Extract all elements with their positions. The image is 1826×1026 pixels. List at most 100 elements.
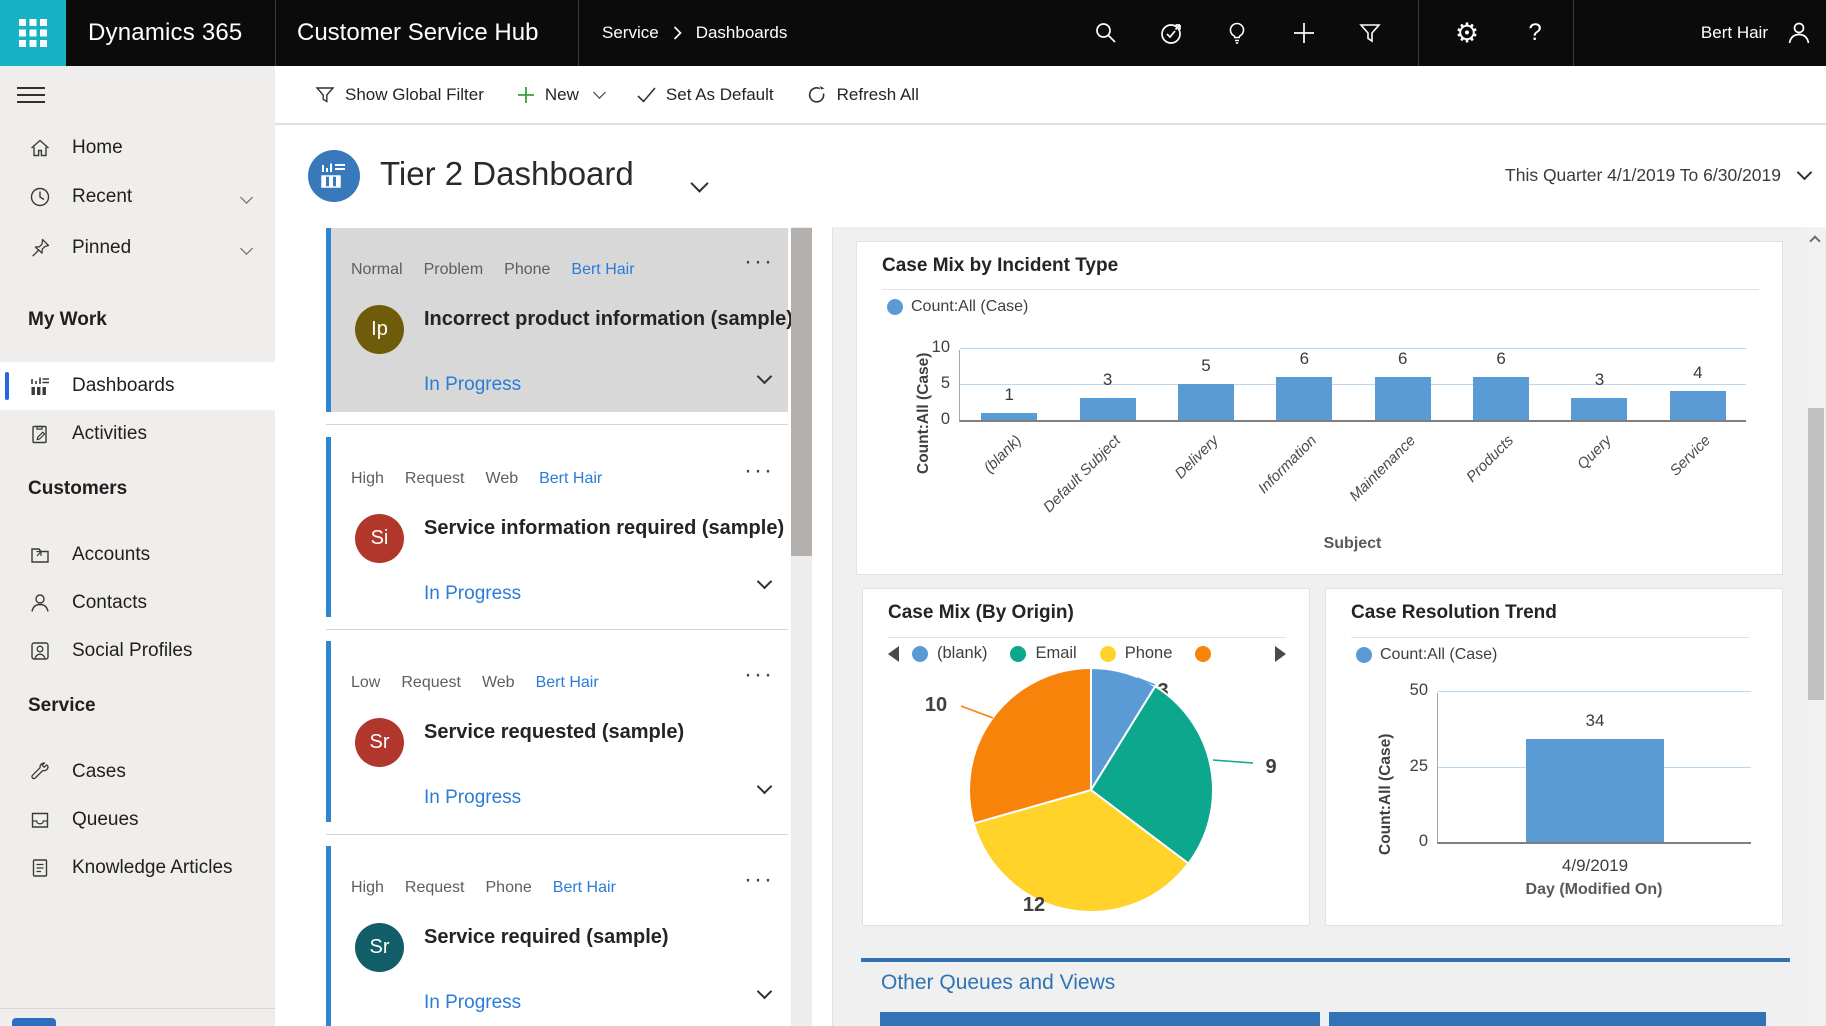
chart-title: Case Mix by Incident Type — [882, 255, 1118, 277]
other-queues-title[interactable]: Other Queues and Views — [881, 971, 1115, 995]
dashboard-selector-chevron-icon[interactable] — [690, 174, 708, 192]
case-title[interactable]: Service required (sample) — [424, 926, 669, 949]
sidebar-section-header: My Work — [28, 309, 107, 331]
home-icon — [28, 136, 52, 160]
card-more-icon[interactable]: ··· — [744, 868, 774, 892]
sidebar-item-label: Activities — [72, 423, 147, 445]
card-more-icon[interactable]: ··· — [744, 663, 774, 687]
chevron-down-icon[interactable] — [593, 86, 606, 99]
activities-icon — [28, 422, 52, 446]
card-more-icon[interactable]: ··· — [744, 250, 774, 274]
scrollbar-up-icon[interactable] — [1809, 235, 1820, 246]
chart-case-mix-by-origin[interactable]: Case Mix (By Origin) (blank)EmailPhone 3… — [862, 588, 1310, 926]
chevron-down-icon[interactable] — [240, 191, 253, 204]
command-refresh-all[interactable]: Refresh All — [807, 85, 919, 105]
bar — [1670, 391, 1726, 420]
stream-scrollbar[interactable] — [791, 227, 812, 1026]
bar-value-label: 34 — [1565, 711, 1625, 731]
breadcrumb-area[interactable]: Service — [602, 23, 659, 43]
dashboard-canvas: Case Mix by Incident Type Count:All (Cas… — [833, 227, 1806, 1026]
case-avatar: Ip — [355, 305, 404, 354]
case-avatar: Si — [355, 514, 404, 563]
gridline — [960, 348, 1746, 349]
case-channel: Web — [486, 470, 519, 488]
sidebar-divider — [0, 1008, 275, 1009]
case-priority: High — [351, 470, 384, 488]
bar-value-label: 6 — [1373, 349, 1433, 369]
case-card[interactable]: HighRequestPhoneBert Hair···SrService re… — [326, 846, 788, 1026]
card-expand-chevron-icon[interactable] — [757, 779, 773, 795]
chevron-down-icon[interactable] — [240, 242, 253, 255]
chart-case-mix-by-incident-type[interactable]: Case Mix by Incident Type Count:All (Cas… — [856, 241, 1783, 575]
card-expand-chevron-icon[interactable] — [757, 574, 773, 590]
sidebar-item-pinned[interactable]: Pinned — [0, 224, 275, 272]
sidebar-item-cases[interactable]: Cases — [0, 748, 275, 796]
case-status-link[interactable]: In Progress — [424, 992, 521, 1014]
case-status-link[interactable]: In Progress — [424, 374, 521, 396]
plus-icon[interactable] — [1281, 0, 1327, 66]
sidebar-item-contacts[interactable]: Contacts — [0, 579, 275, 627]
breadcrumb: Service Dashboards — [602, 0, 787, 66]
page-scrollbar-thumb[interactable] — [1808, 408, 1824, 700]
sidebar-item-social-profiles[interactable]: Social Profiles — [0, 627, 275, 675]
bar — [1526, 739, 1664, 842]
sidebar-item-activities[interactable]: Activities — [0, 410, 275, 458]
command-set-as-default[interactable]: Set As Default — [637, 85, 774, 105]
lightbulb-icon[interactable] — [1214, 0, 1260, 66]
case-owner-link[interactable]: Bert Hair — [571, 261, 634, 279]
card-more-icon[interactable]: ··· — [744, 459, 774, 483]
sidebar-item-dashboards[interactable]: Dashboards — [0, 362, 275, 410]
sidebar-item-knowledge-articles[interactable]: Knowledge Articles — [0, 844, 275, 892]
funnel-icon — [315, 85, 335, 105]
case-title[interactable]: Service requested (sample) — [424, 721, 684, 744]
stream-scrollbar-thumb[interactable] — [791, 228, 812, 556]
case-status-link[interactable]: In Progress — [424, 787, 521, 809]
bar — [1178, 384, 1234, 420]
sidebar-item-home[interactable]: Home — [0, 124, 275, 172]
sidebar-item-queues[interactable]: Queues — [0, 796, 275, 844]
case-card[interactable]: HighRequestWebBert Hair···SiService info… — [326, 437, 788, 617]
case-card[interactable]: LowRequestWebBert Hair···SrService reque… — [326, 641, 788, 822]
card-expand-chevron-icon[interactable] — [757, 984, 773, 1000]
chart-case-resolution-trend[interactable]: Case Resolution Trend Count:All (Case) C… — [1325, 588, 1783, 926]
case-owner-link[interactable]: Bert Hair — [553, 879, 616, 897]
case-owner-link[interactable]: Bert Hair — [539, 470, 602, 488]
pie-label-leader-line — [1213, 760, 1253, 763]
command-new[interactable]: New — [517, 85, 604, 105]
nav-divider — [578, 0, 579, 66]
person-icon[interactable] — [1776, 0, 1822, 66]
contacts-icon — [28, 591, 52, 615]
y-axis-label: Count:All (Case) — [1377, 685, 1395, 855]
hamburger-menu-icon[interactable] — [17, 82, 45, 104]
help-icon[interactable]: ? — [1512, 0, 1558, 66]
breadcrumb-page[interactable]: Dashboards — [696, 23, 788, 43]
command-show-global-filter[interactable]: Show Global Filter — [315, 85, 484, 105]
check-circle-icon[interactable] — [1148, 0, 1194, 66]
bar-value-label: 5 — [1176, 356, 1236, 376]
case-owner-link[interactable]: Bert Hair — [536, 674, 599, 692]
sidebar-item-accounts[interactable]: Accounts — [0, 531, 275, 579]
case-card[interactable]: NormalProblemPhoneBert Hair···IpIncorrec… — [326, 228, 788, 412]
bar-value-label: 3 — [1078, 370, 1138, 390]
app-launcher-waffle-icon[interactable] — [0, 0, 66, 66]
pie-value-label: 10 — [925, 694, 947, 716]
user-name[interactable]: Bert Hair — [1701, 0, 1768, 66]
bar-plot-area: 02550344/9/2019 — [1437, 693, 1751, 844]
case-title[interactable]: Incorrect product information (sample) — [424, 308, 793, 331]
funnel-icon[interactable] — [1347, 0, 1393, 66]
sitemap-footer-button[interactable] — [12, 1018, 56, 1026]
search-icon[interactable] — [1083, 0, 1129, 66]
brand-title[interactable]: Dynamics 365 — [88, 0, 242, 66]
bar — [1473, 377, 1529, 420]
bar — [1375, 377, 1431, 420]
card-expand-chevron-icon[interactable] — [757, 369, 773, 385]
command-label: Refresh All — [837, 85, 919, 105]
gear-icon[interactable]: ⚙ — [1444, 0, 1490, 66]
time-filter[interactable]: This Quarter 4/1/2019 To 6/30/2019 — [1505, 165, 1810, 186]
page-scrollbar[interactable] — [1806, 227, 1826, 1026]
case-status-link[interactable]: In Progress — [424, 583, 521, 605]
case-title[interactable]: Service information required (sample) — [424, 517, 784, 540]
sidebar-item-recent[interactable]: Recent — [0, 173, 275, 221]
dashboard-header: Tier 2 Dashboard This Quarter 4/1/2019 T… — [275, 124, 1826, 227]
app-name[interactable]: Customer Service Hub — [297, 0, 538, 66]
